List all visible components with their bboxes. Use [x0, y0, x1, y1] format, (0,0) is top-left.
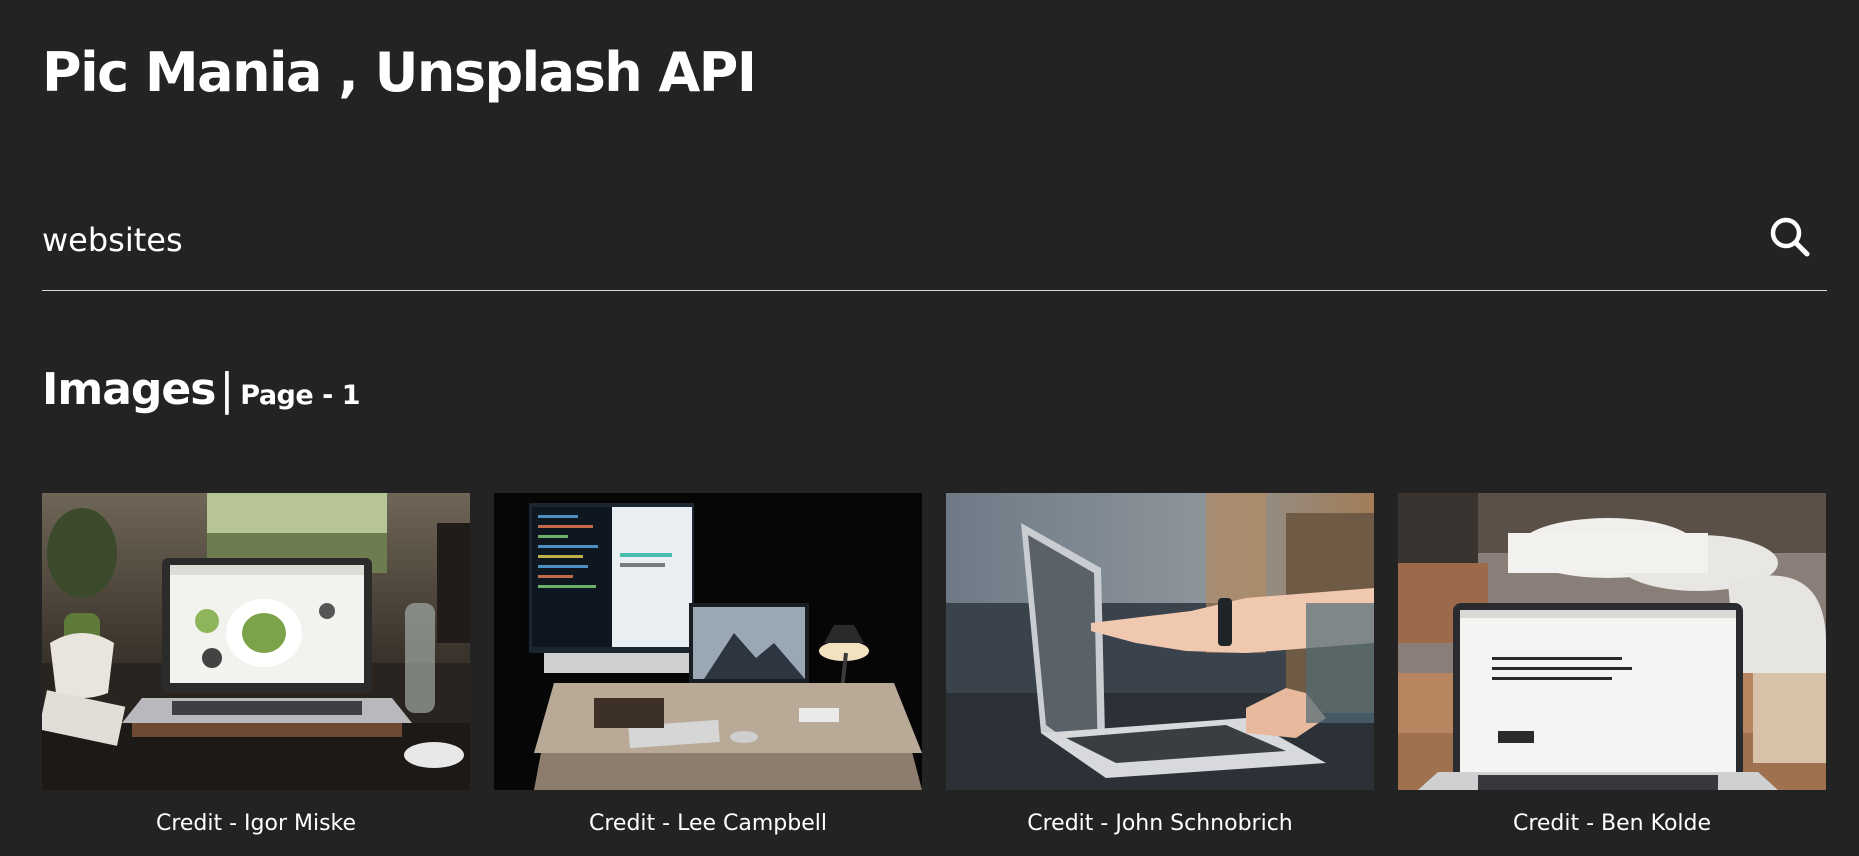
- search-input[interactable]: [42, 218, 1742, 262]
- image-credit: Credit - Ben Kolde: [1512, 811, 1712, 836]
- image-thumbnail-dark-workspace[interactable]: [494, 493, 922, 790]
- image-credit: Credit - Igor Miske: [155, 811, 357, 836]
- image-card[interactable]: Credit - Lee Campbell: [494, 493, 922, 839]
- image-card[interactable]: Credit - John Schnobrich: [946, 493, 1374, 839]
- app-title: Pic Mania , Unsplash API: [42, 41, 757, 104]
- image-credit: Credit - Lee Campbell: [589, 811, 827, 836]
- image-credit: Credit - John Schnobrich: [1027, 811, 1293, 836]
- page: Pic Mania , Unsplash API Images|Page - 1: [0, 0, 1859, 856]
- search-icon: [1767, 214, 1813, 260]
- image-card[interactable]: Credit - Ben Kolde: [1398, 493, 1826, 839]
- image-thumbnail-pointing-laptop[interactable]: [946, 493, 1374, 790]
- image-thumbnail-design-laptop[interactable]: [1398, 493, 1826, 790]
- search-button[interactable]: [1767, 214, 1813, 260]
- image-gallery: Credit - Igor Miske Credit - Lee Campbel…: [42, 493, 1827, 839]
- page-label: Page - 1: [240, 380, 360, 411]
- search-bar: [42, 200, 1827, 291]
- image-card[interactable]: Credit - Igor Miske: [42, 493, 470, 839]
- image-thumbnail-laptop-desk[interactable]: [42, 493, 470, 790]
- section-title: Images: [42, 364, 216, 415]
- section-heading: Images| Page - 1: [42, 362, 360, 424]
- section-separator: |: [219, 364, 235, 415]
